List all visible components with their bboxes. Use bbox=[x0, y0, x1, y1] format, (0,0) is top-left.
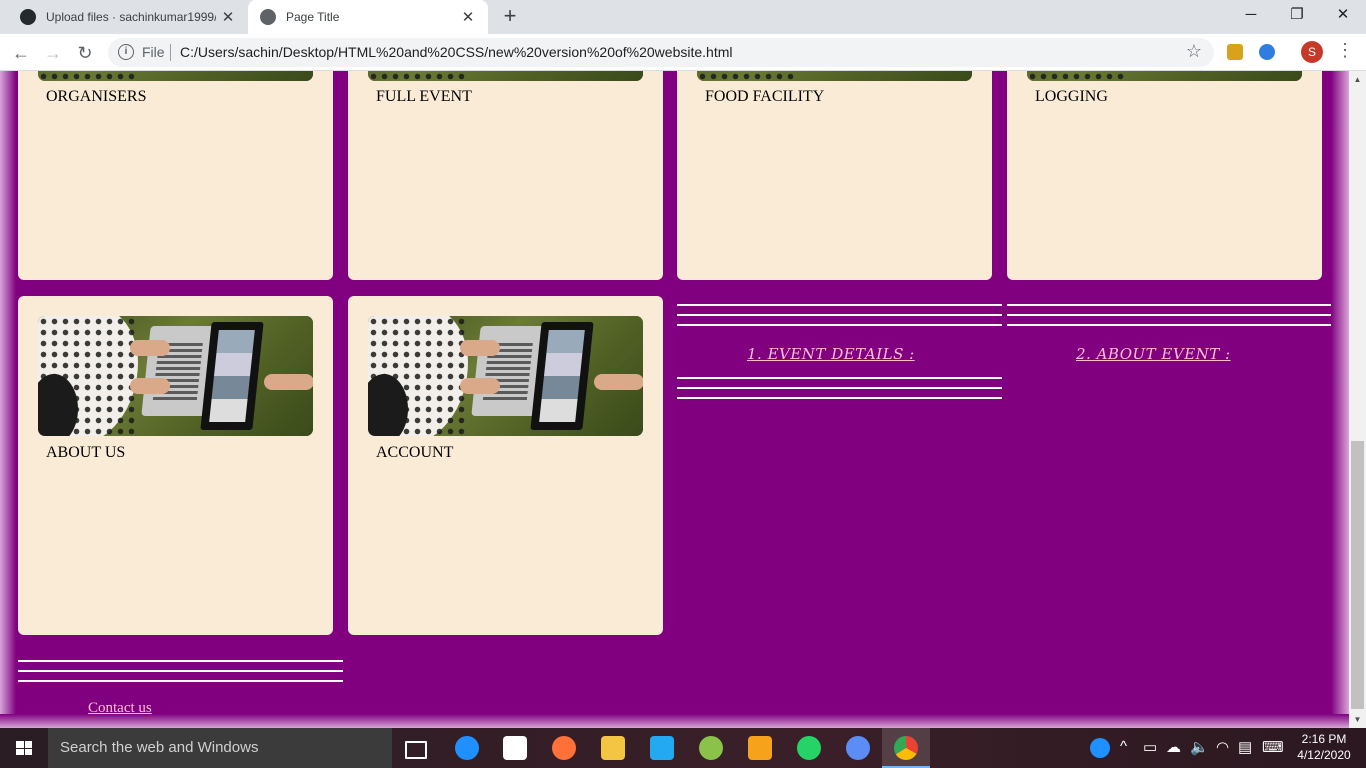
minimize-button[interactable]: ─ bbox=[1228, 0, 1274, 30]
event-details-link[interactable]: 1. EVENT DETAILS : bbox=[747, 345, 915, 363]
edge-icon[interactable] bbox=[455, 736, 479, 760]
profile-avatar[interactable]: S bbox=[1301, 41, 1323, 63]
horizontal-rules bbox=[1007, 304, 1331, 334]
contact-us-link[interactable]: Contact us bbox=[88, 700, 152, 717]
scrollbar-thumb[interactable] bbox=[1351, 441, 1364, 709]
package-icon[interactable] bbox=[748, 736, 772, 760]
new-tab-button[interactable]: + bbox=[498, 5, 522, 29]
close-window-button[interactable]: ✕ bbox=[1320, 0, 1366, 30]
task-view-icon[interactable] bbox=[405, 741, 427, 759]
vertical-scrollbar[interactable]: ▲ ▼ bbox=[1349, 71, 1366, 728]
wifi-icon[interactable]: ◠ bbox=[1216, 738, 1229, 756]
laptop-photo bbox=[1027, 71, 1302, 81]
tab-title: Upload files · sachinkumar1999/I bbox=[46, 10, 216, 24]
browser-toolbar: ← → ↻ i File C:/Users/sachin/Desktop/HTM… bbox=[0, 34, 1366, 71]
card-label: LOGGING bbox=[1035, 88, 1108, 105]
cloud-icon[interactable]: ☁ bbox=[1166, 738, 1181, 756]
chevron-up-icon[interactable]: ^ bbox=[1120, 738, 1127, 755]
help-icon[interactable] bbox=[1090, 738, 1110, 758]
whatsapp-icon[interactable] bbox=[797, 736, 821, 760]
volume-icon[interactable]: 🔈 bbox=[1190, 738, 1209, 756]
card-account[interactable]: ACCOUNT bbox=[348, 296, 663, 635]
start-button[interactable] bbox=[0, 728, 48, 768]
laptop-photo bbox=[697, 71, 972, 81]
card-about-us[interactable]: ABOUT US bbox=[18, 296, 333, 635]
card-organisers[interactable]: ORGANISERS bbox=[18, 71, 333, 280]
windows-taskbar: Search the web and Windows ^ ▭ ☁ 🔈 ◠ ▤ ⌨… bbox=[0, 728, 1366, 768]
android-studio-icon[interactable] bbox=[699, 736, 723, 760]
page-border bbox=[0, 714, 1349, 728]
menu-icon[interactable]: ⋮ bbox=[1336, 40, 1354, 61]
address-bar[interactable]: i File C:/Users/sachin/Desktop/HTML%20an… bbox=[108, 38, 1214, 67]
forward-icon[interactable]: → bbox=[40, 40, 66, 66]
reload-icon[interactable]: ↻ bbox=[72, 40, 98, 66]
card-logging[interactable]: LOGGING bbox=[1007, 71, 1322, 280]
page-viewport: ORGANISERS FULL EVENT FOOD FACILITY LOGG… bbox=[0, 71, 1349, 728]
horizontal-rules bbox=[677, 377, 1002, 407]
card-label: FULL EVENT bbox=[376, 88, 472, 105]
github-icon bbox=[20, 9, 36, 25]
file-explorer-icon[interactable] bbox=[601, 736, 625, 760]
page-border bbox=[0, 71, 16, 728]
scheme-label: File bbox=[142, 44, 165, 60]
horizontal-rules bbox=[18, 660, 343, 690]
extension-icon[interactable] bbox=[1259, 44, 1275, 60]
battery-icon[interactable]: ▭ bbox=[1143, 738, 1157, 756]
close-tab-icon[interactable]: ✕ bbox=[456, 8, 480, 26]
scroll-up-icon[interactable]: ▲ bbox=[1349, 71, 1366, 88]
info-icon[interactable]: i bbox=[118, 44, 134, 60]
tab-upload-files[interactable]: Upload files · sachinkumar1999/I ✕ bbox=[8, 0, 248, 34]
divider bbox=[170, 44, 171, 61]
card-label: FOOD FACILITY bbox=[705, 88, 825, 105]
card-label: ACCOUNT bbox=[376, 444, 454, 461]
laptop-photo bbox=[368, 71, 643, 81]
about-event-link[interactable]: 2. ABOUT EVENT : bbox=[1076, 345, 1231, 363]
restore-button[interactable]: ❐ bbox=[1274, 0, 1320, 30]
clock-date: 4/12/2020 bbox=[1297, 748, 1351, 762]
notification-icon[interactable]: ▤ bbox=[1238, 738, 1252, 756]
laptop-photo bbox=[38, 316, 313, 436]
card-food-facility[interactable]: FOOD FACILITY bbox=[677, 71, 992, 280]
laptop-photo bbox=[38, 71, 313, 81]
laptop-photo bbox=[368, 316, 643, 436]
page-border bbox=[1331, 71, 1349, 728]
system-clock[interactable]: 2:16 PM 4/12/2020 bbox=[1296, 731, 1352, 763]
back-icon[interactable]: ← bbox=[8, 40, 34, 66]
vscode-icon[interactable] bbox=[650, 736, 674, 760]
windows-logo-icon bbox=[16, 741, 32, 755]
tab-page-title[interactable]: Page Title ✕ bbox=[248, 0, 488, 34]
taskbar-search[interactable]: Search the web and Windows bbox=[48, 728, 392, 768]
clock-time: 2:16 PM bbox=[1301, 732, 1347, 746]
chromium-icon[interactable] bbox=[846, 736, 870, 760]
scroll-down-icon[interactable]: ▼ bbox=[1349, 711, 1366, 728]
card-full-event[interactable]: FULL EVENT bbox=[348, 71, 663, 280]
close-tab-icon[interactable]: ✕ bbox=[216, 8, 240, 26]
extension-icon[interactable] bbox=[1227, 44, 1243, 60]
chrome-icon[interactable] bbox=[894, 736, 918, 760]
globe-icon bbox=[260, 9, 276, 25]
store-icon[interactable] bbox=[503, 736, 527, 760]
horizontal-rules bbox=[677, 304, 1002, 334]
tab-title: Page Title bbox=[286, 10, 340, 24]
card-label: ABOUT US bbox=[46, 444, 126, 461]
keyboard-icon[interactable]: ⌨ bbox=[1262, 738, 1284, 756]
card-label: ORGANISERS bbox=[46, 88, 147, 105]
bookmark-star-icon[interactable]: ☆ bbox=[1186, 41, 1202, 62]
browser-tab-strip: Upload files · sachinkumar1999/I ✕ Page … bbox=[0, 0, 1366, 34]
url-text[interactable]: C:/Users/sachin/Desktop/HTML%20and%20CSS… bbox=[180, 44, 733, 60]
firefox-icon[interactable] bbox=[552, 736, 576, 760]
